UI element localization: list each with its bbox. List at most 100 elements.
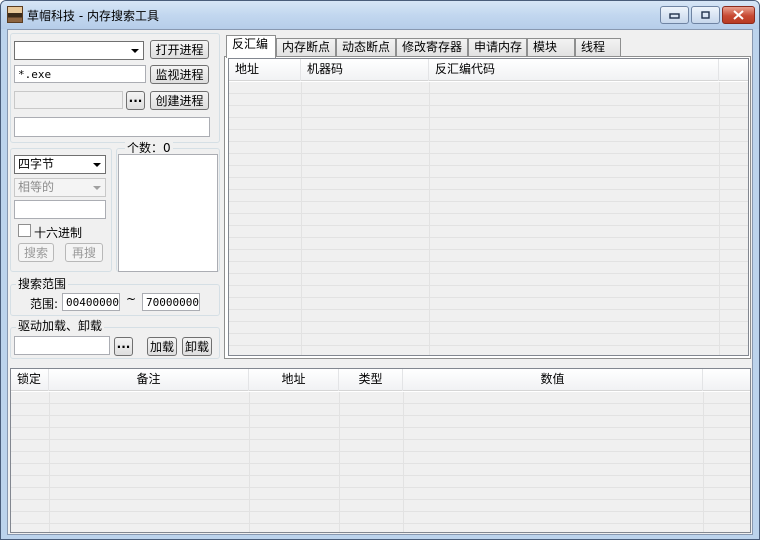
compare-combo[interactable]: 相等的 (14, 178, 106, 197)
exe-path-input[interactable] (14, 91, 123, 109)
empty-row (229, 94, 748, 106)
tab-threads[interactable]: 线程 (575, 38, 621, 57)
search-value-input[interactable] (14, 200, 106, 219)
tab-allocate-memory[interactable]: 申请内存 (468, 38, 527, 57)
col-disassembly[interactable]: 反汇编代码 (429, 59, 719, 81)
empty-row (229, 286, 748, 298)
empty-row (11, 512, 750, 524)
tab-modify-registers[interactable]: 修改寄存器 (396, 38, 468, 57)
empty-row (229, 82, 748, 94)
empty-row (229, 334, 748, 346)
hex-checkbox[interactable] (18, 224, 31, 237)
col-machine-code[interactable]: 机器码 (301, 59, 429, 81)
value-type-combo[interactable]: 四字节 (14, 155, 106, 174)
range-end-input[interactable]: 70000000 (142, 293, 200, 311)
research-button[interactable]: 再搜 (65, 243, 103, 262)
empty-row (11, 404, 750, 416)
col-lock[interactable]: 锁定 (11, 369, 49, 391)
tab-dynamic-breakpoint[interactable]: 动态断点 (336, 38, 396, 57)
process-combo[interactable] (14, 41, 144, 60)
driver-group-label: 驱动加载、卸载 (16, 319, 105, 333)
maximize-icon (701, 10, 710, 19)
col-value[interactable]: 数值 (403, 369, 703, 391)
tab-disassembly[interactable]: 反汇编 (226, 35, 276, 58)
empty-row (11, 428, 750, 440)
tab-label: 内存断点 (282, 40, 331, 54)
empty-row (229, 190, 748, 202)
main-window: 草帽科技 - 内存搜索工具 打开进程 *.exe 监视进程 ··· 创建进程 四… (0, 0, 760, 540)
empty-row (11, 440, 750, 452)
empty-row (229, 322, 748, 334)
window-title: 草帽科技 - 内存搜索工具 (27, 9, 159, 23)
empty-row (229, 238, 748, 250)
disassembly-body (229, 82, 748, 355)
column-divider (403, 392, 404, 532)
watch-body (11, 392, 750, 532)
empty-row (229, 226, 748, 238)
minimize-button[interactable] (660, 6, 689, 24)
empty-row (229, 142, 748, 154)
tab-label: 反汇编 (232, 37, 269, 51)
empty-row (229, 106, 748, 118)
watch-list[interactable]: 锁定 备注 地址 类型 数值 (10, 368, 751, 533)
hex-label: 十六进制 (34, 226, 83, 240)
range-tilde: ~ (126, 292, 137, 306)
chevron-down-icon (93, 186, 101, 190)
monitor-process-button[interactable]: 监视进程 (150, 65, 209, 84)
close-icon (733, 10, 744, 20)
empty-row (229, 202, 748, 214)
col-note[interactable]: 备注 (49, 369, 249, 391)
range-group-label: 搜索范围 (16, 277, 69, 291)
empty-row (229, 274, 748, 286)
browse-driver-button[interactable]: ··· (114, 337, 133, 356)
grid-rows (229, 82, 748, 346)
app-icon (7, 6, 23, 23)
range-start-input[interactable]: 00400000 (62, 293, 120, 311)
create-process-button[interactable]: 创建进程 (150, 91, 209, 110)
range-label: 范围: (30, 297, 59, 311)
col-type[interactable]: 类型 (339, 369, 403, 391)
chevron-down-icon (131, 49, 139, 53)
empty-row (229, 310, 748, 322)
unload-driver-button[interactable]: 卸载 (182, 337, 212, 356)
process-filter-input[interactable]: *.exe (14, 65, 146, 83)
empty-row (229, 178, 748, 190)
column-divider (49, 392, 50, 532)
tab-label: 申请内存 (474, 40, 523, 54)
empty-row (229, 118, 748, 130)
tab-modules[interactable]: 模块 (527, 38, 575, 57)
empty-row (11, 476, 750, 488)
empty-row (11, 488, 750, 500)
search-button[interactable]: 搜索 (18, 243, 54, 262)
empty-row (229, 298, 748, 310)
tab-label: 模块 (533, 40, 558, 54)
disassembly-list[interactable]: 地址 机器码 反汇编代码 (228, 58, 749, 356)
empty-row (229, 250, 748, 262)
chevron-down-icon (93, 163, 101, 167)
close-button[interactable] (722, 6, 755, 24)
empty-row (11, 416, 750, 428)
column-divider (703, 392, 704, 532)
driver-path-input[interactable] (14, 336, 110, 355)
tab-memory-breakpoint[interactable]: 内存断点 (276, 38, 336, 57)
empty-row (229, 154, 748, 166)
result-list[interactable] (118, 154, 218, 272)
column-divider (249, 392, 250, 532)
title-bar[interactable]: 草帽科技 - 内存搜索工具 (1, 1, 759, 29)
open-process-button[interactable]: 打开进程 (150, 40, 209, 59)
col-address[interactable]: 地址 (249, 369, 339, 391)
value-type-value: 四字节 (18, 157, 55, 171)
maximize-button[interactable] (691, 6, 720, 24)
watch-header: 锁定 备注 地址 类型 数值 (11, 369, 750, 391)
client-area: 打开进程 *.exe 监视进程 ··· 创建进程 四字节 相等的 十六进制 搜索… (7, 29, 753, 535)
browse-exe-button[interactable]: ··· (126, 91, 145, 110)
col-address[interactable]: 地址 (229, 59, 301, 81)
column-divider (719, 82, 720, 355)
load-driver-button[interactable]: 加载 (147, 337, 177, 356)
column-divider (301, 82, 302, 355)
process-status-field (14, 117, 210, 137)
empty-row (229, 262, 748, 274)
column-divider (429, 82, 430, 355)
tab-label: 动态断点 (342, 40, 391, 54)
minimize-icon (669, 12, 680, 19)
